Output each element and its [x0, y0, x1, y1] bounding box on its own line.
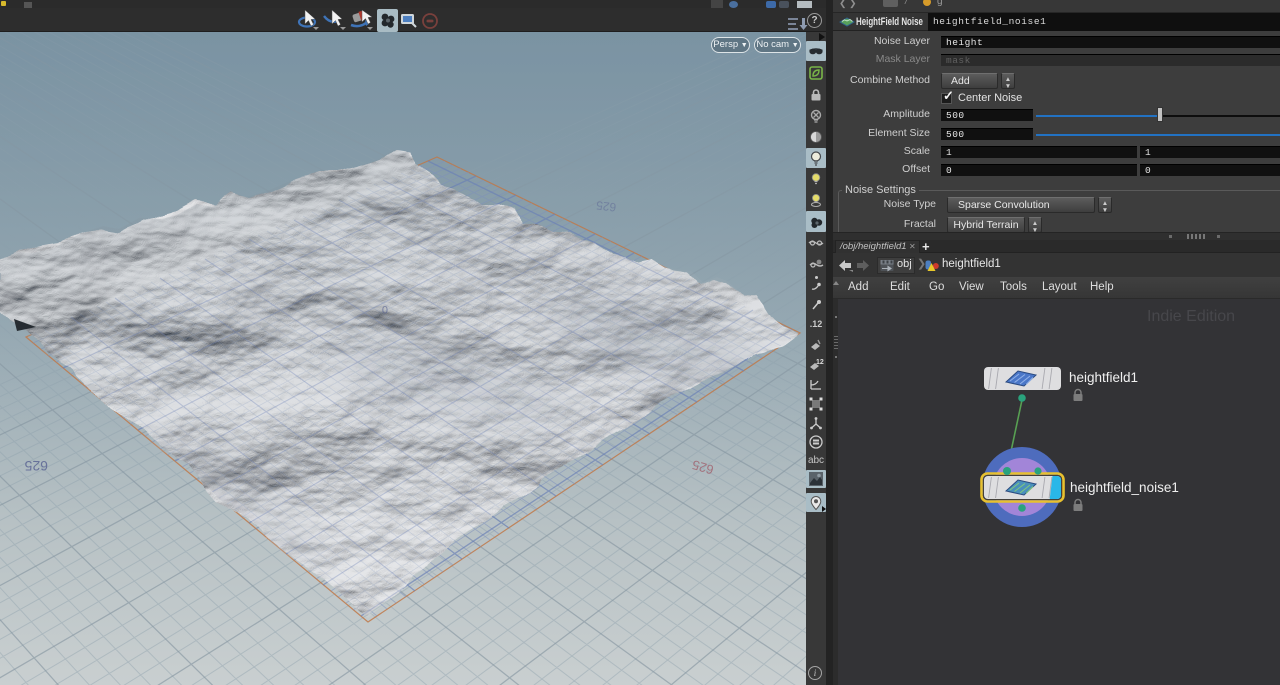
svg-text:0: 0 [382, 303, 388, 315]
svg-text:625: 625 [24, 458, 48, 474]
svg-text:12: 12 [816, 359, 824, 366]
svg-text:625: 625 [595, 198, 617, 214]
